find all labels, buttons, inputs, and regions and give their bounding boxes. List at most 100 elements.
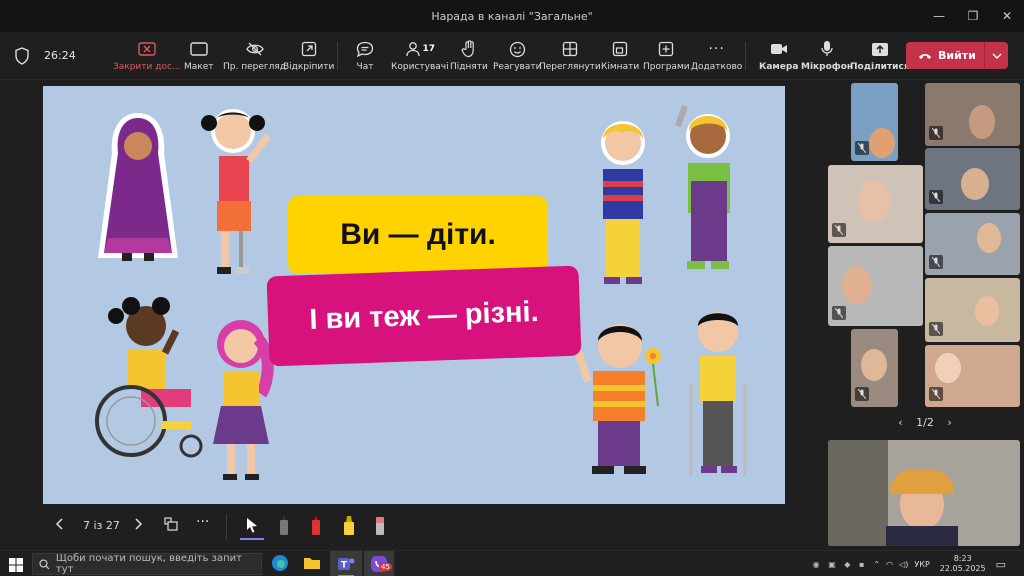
participants-label: Користувачі	[391, 62, 449, 72]
participant-tile[interactable]	[925, 278, 1020, 342]
grid-view-icon	[562, 41, 578, 57]
boy-flower-illustration	[574, 324, 661, 474]
pointer-tool-underline	[240, 538, 264, 540]
apps-label: Програми	[643, 62, 690, 72]
layout-label: Макет	[184, 62, 214, 72]
pen-red-tool[interactable]	[310, 514, 322, 539]
unpin-label: Відкріпити	[283, 62, 335, 72]
participant-face	[935, 353, 961, 383]
toolbar-divider	[337, 42, 338, 70]
participant-tile[interactable]	[828, 165, 923, 243]
more-button[interactable]: ··· Додатково	[691, 40, 742, 72]
camera-label: Камера	[759, 62, 799, 72]
gallery-prev-button[interactable]: ‹	[898, 416, 902, 429]
slide-tools-divider	[226, 514, 227, 540]
tray-app-icons[interactable]: ◉ ▣ ◆ ▪	[813, 560, 868, 569]
wifi-icon[interactable]: ◠	[886, 560, 893, 569]
react-button[interactable]: Реагувати	[493, 40, 541, 72]
slide-more-button[interactable]: ···	[196, 514, 209, 530]
more-icon: ···	[708, 41, 725, 57]
notifications-icon[interactable]: ▭	[996, 558, 1006, 571]
view-button[interactable]: Переглянути	[539, 40, 601, 72]
preview-label: Пр. перегляд	[223, 62, 286, 72]
leave-button[interactable]: Вийти	[906, 42, 1008, 69]
share-button[interactable]: Поділитися	[850, 40, 910, 72]
participant-clothing	[886, 526, 958, 546]
mic-off-icon	[832, 306, 846, 320]
stop-sharing-button[interactable]: Закрити дос...	[113, 40, 181, 72]
close-window-button[interactable]: ✕	[990, 0, 1024, 32]
gallery-pagination: ‹ 1/2 ›	[826, 416, 1024, 429]
meeting-toolbar: 26:24 Закрити дос... Макет Пр. перегляд …	[0, 32, 1024, 80]
windows-logo-icon	[9, 558, 23, 572]
taskbar-search-box[interactable]: Щоби почати пошук, введіть запит тут	[32, 553, 262, 575]
eraser-icon	[376, 517, 384, 535]
gallery-page-indicator: 1/2	[916, 416, 934, 429]
language-indicator[interactable]: УКР	[914, 560, 929, 569]
girl-wheelchair-illustration	[95, 297, 203, 458]
participant-tile[interactable]	[925, 148, 1020, 210]
phone-hangup-icon	[919, 53, 931, 59]
participant-tile[interactable]	[851, 83, 898, 161]
chat-icon	[356, 41, 374, 57]
highlighter-tool[interactable]	[342, 514, 356, 539]
gallery-next-button[interactable]: ›	[947, 416, 951, 429]
microphone-button[interactable]: Мікрофон	[801, 40, 853, 72]
participant-tile[interactable]	[828, 246, 923, 326]
participant-face	[961, 168, 989, 200]
participant-tile[interactable]	[851, 329, 898, 407]
participant-tile[interactable]	[925, 83, 1020, 146]
preview-button[interactable]: Пр. перегляд	[223, 40, 286, 72]
tray-expand-icon[interactable]: ⌃	[873, 560, 880, 569]
teams-app-button[interactable]: T	[330, 551, 362, 576]
self-view-background	[828, 440, 888, 546]
leave-main[interactable]: Вийти	[906, 42, 984, 69]
start-button[interactable]	[9, 557, 23, 576]
slide-heading-yellow: Ви — діти.	[288, 196, 548, 274]
chat-button[interactable]: Чат	[356, 40, 374, 72]
layout-icon	[190, 42, 208, 56]
folder-icon	[304, 558, 320, 569]
unpin-button[interactable]: Відкріпити	[283, 40, 334, 72]
self-view-tile[interactable]	[828, 440, 1020, 546]
chevron-left-icon	[55, 518, 63, 530]
slide-grid-button[interactable]	[164, 517, 178, 534]
more-icon: ···	[196, 514, 210, 530]
prev-slide-button[interactable]	[55, 518, 63, 533]
participant-tile[interactable]	[925, 213, 1020, 275]
smile-icon	[509, 41, 525, 57]
edge-app-button[interactable]	[271, 554, 289, 572]
view-label: Переглянути	[539, 62, 601, 72]
rooms-button[interactable]: Кімнати	[601, 40, 639, 72]
participant-tile[interactable]	[925, 345, 1020, 407]
cursor-arrow-icon	[247, 518, 257, 533]
viber-app-button[interactable]: 45	[364, 551, 394, 576]
system-clock[interactable]: 8:23 22.05.2025	[940, 554, 986, 574]
volume-icon[interactable]: ◁)	[899, 560, 908, 569]
file-explorer-button[interactable]	[303, 554, 321, 572]
slide-page-indicator: 7 із 27	[83, 519, 120, 532]
breakout-rooms-icon	[612, 41, 628, 57]
pen-icon	[280, 515, 288, 535]
restore-button[interactable]: ❐	[956, 0, 990, 32]
mic-off-icon	[855, 141, 869, 155]
share-label: Поділитися	[850, 62, 910, 72]
camera-button[interactable]: Камера	[759, 40, 798, 72]
boy-blond-illustration	[601, 121, 645, 284]
participants-button[interactable]: 17 Користувачі	[391, 40, 449, 72]
minimize-button[interactable]: —	[922, 0, 956, 32]
more-label: Додатково	[691, 62, 743, 72]
leave-options-button[interactable]	[984, 42, 1008, 69]
pen-gray-tool[interactable]	[278, 514, 290, 539]
layout-button[interactable]: Макет	[184, 40, 214, 72]
next-slide-button[interactable]	[135, 518, 143, 533]
participant-face	[861, 349, 887, 381]
chevron-down-icon	[992, 53, 1001, 59]
apps-button[interactable]: Програми	[643, 40, 690, 72]
viber-badge: 45	[379, 563, 392, 571]
title-bar: Нарада в каналі "Загальне" — ❐ ✕	[0, 0, 1024, 32]
eraser-tool[interactable]	[374, 514, 386, 539]
presentation-slide: Ви — діти. І ви теж — різні.	[43, 86, 785, 504]
raise-hand-button[interactable]: Підняти	[450, 40, 488, 72]
pointer-tool[interactable]	[246, 517, 258, 536]
